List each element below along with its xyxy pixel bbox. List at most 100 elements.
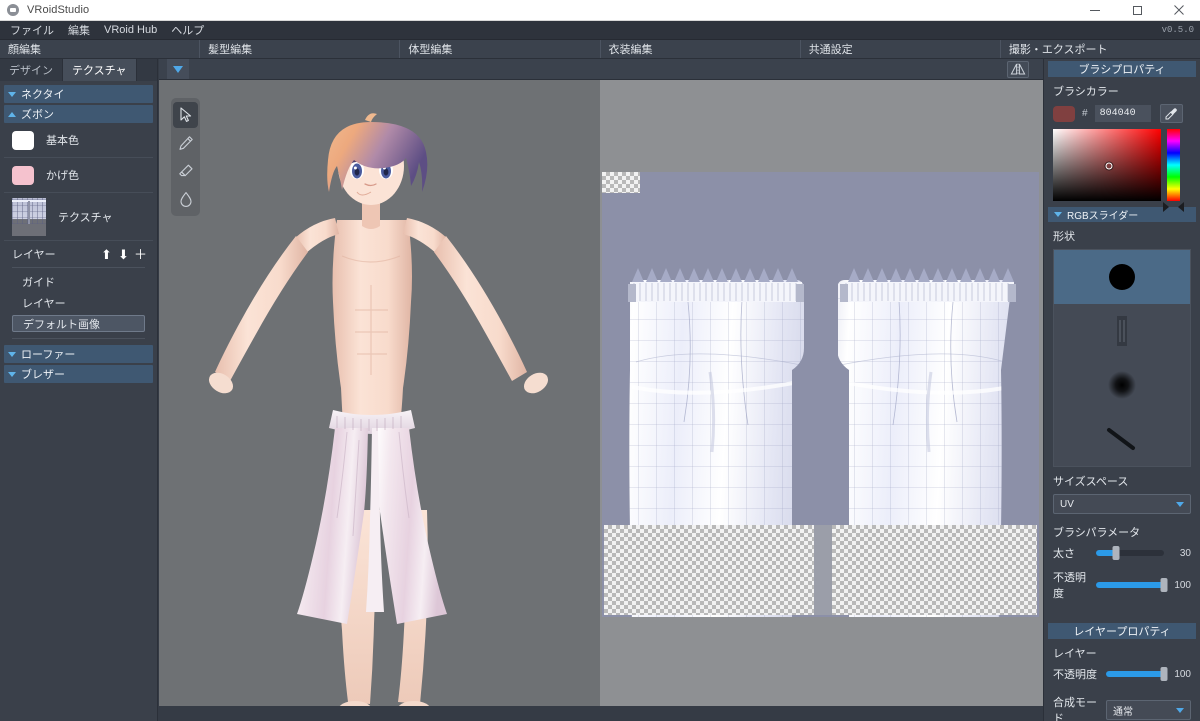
right-arm	[434, 236, 527, 381]
texture-thumbnail[interactable]	[12, 198, 46, 236]
texture-editor[interactable]	[600, 80, 1043, 706]
accordion-necktie[interactable]: ネクタイ	[4, 85, 153, 103]
blur-tool[interactable]	[173, 186, 198, 212]
brush-params-section: ブラシパラメータ 太さ 30 不透明度 100	[1044, 518, 1200, 613]
menu-edit[interactable]: 編集	[61, 21, 97, 40]
tab-costume-edit[interactable]: 衣装編集	[601, 40, 801, 58]
sv-cursor-icon	[1106, 163, 1113, 170]
character-model	[159, 80, 600, 706]
layer-opacity-slider-row: 不透明度 100	[1053, 666, 1191, 682]
saturation-value-field[interactable]	[1053, 129, 1161, 201]
mirror-symmetry-icon	[1010, 63, 1026, 75]
sidebar-tab-texture[interactable]: テクスチャ	[63, 59, 137, 81]
layer-item-guide[interactable]: ガイド	[12, 271, 145, 292]
hard-round-brush-icon	[1107, 262, 1137, 292]
texture-row[interactable]: テクスチャ	[4, 193, 153, 241]
close-button[interactable]	[1158, 0, 1200, 21]
accordion-necktie-label: ネクタイ	[21, 86, 65, 102]
arrow-down-icon[interactable]: ⬇	[117, 248, 130, 261]
layer-opacity-slider[interactable]	[1106, 671, 1164, 677]
blend-mode-row: 合成モード 通常	[1053, 694, 1191, 721]
chevron-down-icon	[8, 372, 16, 377]
texture-canvas[interactable]	[602, 172, 1039, 617]
stroke-brush-icon	[1105, 426, 1139, 452]
tab-body-edit[interactable]: 体型編集	[400, 40, 600, 58]
plus-icon[interactable]: ＋	[134, 248, 147, 261]
eyedropper-icon	[1165, 107, 1178, 120]
minimize-button[interactable]	[1074, 0, 1116, 21]
texture-editor-topbar	[600, 59, 1043, 80]
shade-color-swatch[interactable]	[12, 166, 34, 185]
uv-center-gap-lower	[814, 525, 832, 615]
eraser-tool[interactable]	[173, 158, 198, 184]
water-drop-icon	[179, 191, 193, 207]
brush-opacity-slider[interactable]	[1096, 582, 1164, 588]
layer-item-layer[interactable]: レイヤー	[12, 292, 145, 313]
eraser-icon	[178, 163, 194, 179]
brush-opacity-slider-row: 不透明度 100	[1053, 569, 1191, 601]
tab-photo-export[interactable]: 撮影・エクスポート	[1001, 40, 1200, 58]
soft-round-brush-option[interactable]	[1054, 358, 1190, 412]
size-space-value: UV	[1060, 499, 1074, 510]
base-color-row[interactable]: 基本色	[4, 123, 153, 158]
model-viewport-3d[interactable]	[159, 80, 600, 706]
accordion-pants[interactable]: ズボン	[4, 105, 153, 123]
menu-bar: ファイル 編集 VRoid Hub ヘルプ v0.5.0	[0, 21, 1200, 40]
shade-color-row[interactable]: かげ色	[4, 158, 153, 193]
left-arm	[215, 236, 308, 381]
pencil-tool[interactable]	[173, 130, 198, 156]
brush-color-hex-input[interactable]: 804040	[1095, 105, 1151, 122]
shade-color-label: かげ色	[46, 167, 79, 183]
arrow-up-icon[interactable]: ⬆	[100, 248, 113, 261]
brush-properties-header: ブラシプロパティ	[1048, 61, 1196, 77]
rgb-slider-accordion[interactable]: RGBスライダー	[1048, 207, 1196, 222]
tab-common-settings[interactable]: 共通設定	[801, 40, 1001, 58]
layer-properties-section: レイヤー 不透明度 100 合成モード 通常	[1044, 639, 1200, 721]
brush-opacity-slider-knob[interactable]	[1161, 578, 1168, 592]
viewport-topbar	[159, 59, 600, 80]
brush-opacity-label: 不透明度	[1053, 569, 1089, 601]
accordion-loafer[interactable]: ローファー	[4, 345, 153, 363]
blend-mode-label: 合成モード	[1053, 694, 1099, 721]
stroke-brush-option[interactable]	[1054, 412, 1190, 466]
accordion-blazer[interactable]: ブレザー	[4, 365, 153, 383]
tab-hair-edit[interactable]: 髪型編集	[200, 40, 400, 58]
base-color-swatch[interactable]	[12, 131, 34, 150]
maximize-button[interactable]	[1116, 0, 1158, 21]
sidebar-tab-design[interactable]: デザイン	[0, 59, 63, 81]
layer-list: ガイド レイヤー デフォルト画像	[12, 267, 145, 339]
uv-center-transparent-patch	[602, 172, 640, 193]
menu-help[interactable]: ヘルプ	[164, 21, 211, 40]
eyedropper-button[interactable]	[1160, 104, 1183, 123]
cursor-tool[interactable]	[173, 102, 198, 128]
blend-mode-select[interactable]: 通常	[1106, 700, 1191, 720]
layer-toolbar: レイヤー ⬆ ⬇ ＋	[4, 241, 153, 267]
chevron-down-icon	[1176, 708, 1184, 713]
right-panel: ブラシプロパティ ブラシカラー # 804040	[1043, 59, 1200, 721]
tab-face-edit[interactable]: 顔編集	[0, 40, 200, 58]
hue-slider[interactable]	[1167, 129, 1180, 201]
hard-round-brush-option[interactable]	[1054, 250, 1190, 304]
size-space-select[interactable]: UV	[1053, 494, 1191, 514]
brush-opacity-value: 100	[1171, 580, 1191, 591]
chevron-down-icon	[1176, 502, 1184, 507]
soft-round-brush-icon	[1107, 370, 1137, 400]
shape-label: 形状	[1053, 228, 1191, 244]
symmetry-toggle-button[interactable]	[1007, 61, 1029, 78]
brush-color-swatch[interactable]	[1053, 106, 1075, 122]
main-tab-strip: 顔編集 髪型編集 体型編集 衣装編集 共通設定 撮影・エクスポート	[0, 40, 1200, 59]
brush-color-section: ブラシカラー # 804040	[1044, 77, 1200, 205]
window-titlebar: VRoidStudio	[0, 0, 1200, 21]
viewport-view-dropdown[interactable]	[167, 59, 189, 79]
texture-brush-option[interactable]	[1054, 304, 1190, 358]
thickness-slider-knob[interactable]	[1113, 546, 1120, 560]
minimize-icon	[1090, 10, 1100, 11]
layer-opacity-slider-knob[interactable]	[1161, 667, 1168, 681]
menu-file[interactable]: ファイル	[3, 21, 61, 40]
menu-vroid-hub[interactable]: VRoid Hub	[97, 21, 164, 40]
version-label: v0.5.0	[1162, 25, 1200, 35]
layer-item-default-image[interactable]: デフォルト画像	[12, 315, 145, 332]
thickness-slider[interactable]	[1096, 550, 1164, 556]
texture-brush-icon	[1114, 314, 1130, 348]
brush-color-row: # 804040	[1053, 104, 1191, 123]
